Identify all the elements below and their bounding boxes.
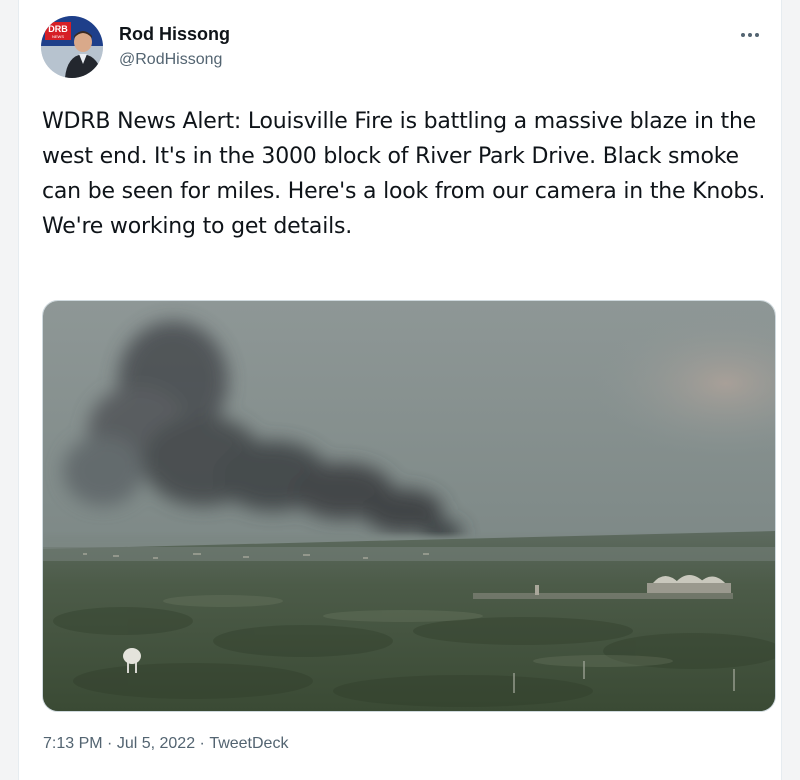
avatar-logo-subtext: NEWS	[52, 34, 64, 39]
tweet-card: DRB NEWS Rod Hissong @RodHissong WDRB Ne…	[18, 0, 782, 780]
meta-separator: ·	[102, 735, 117, 752]
more-horizontal-icon[interactable]	[735, 22, 765, 48]
avatar[interactable]: DRB NEWS	[41, 16, 103, 78]
display-name[interactable]: Rod Hissong	[119, 24, 230, 45]
tweet-photo[interactable]	[42, 300, 776, 712]
user-info: Rod Hissong @RodHissong	[119, 24, 230, 69]
user-handle[interactable]: @RodHissong	[119, 51, 230, 69]
tweet-time[interactable]: 7:13 PM	[43, 735, 103, 753]
tweet-source[interactable]: TweetDeck	[209, 735, 288, 753]
photo-smoke-plume-over-city	[43, 301, 775, 711]
tweet-text: WDRB News Alert: Louisville Fire is batt…	[42, 109, 766, 239]
meta-separator: ·	[195, 735, 210, 752]
tweet-meta: 7:13 PM · Jul 5, 2022 · TweetDeck	[43, 735, 288, 753]
tweet-date[interactable]: Jul 5, 2022	[117, 735, 195, 753]
avatar-image: DRB NEWS	[41, 16, 103, 78]
avatar-logo-text: DRB	[48, 24, 68, 34]
